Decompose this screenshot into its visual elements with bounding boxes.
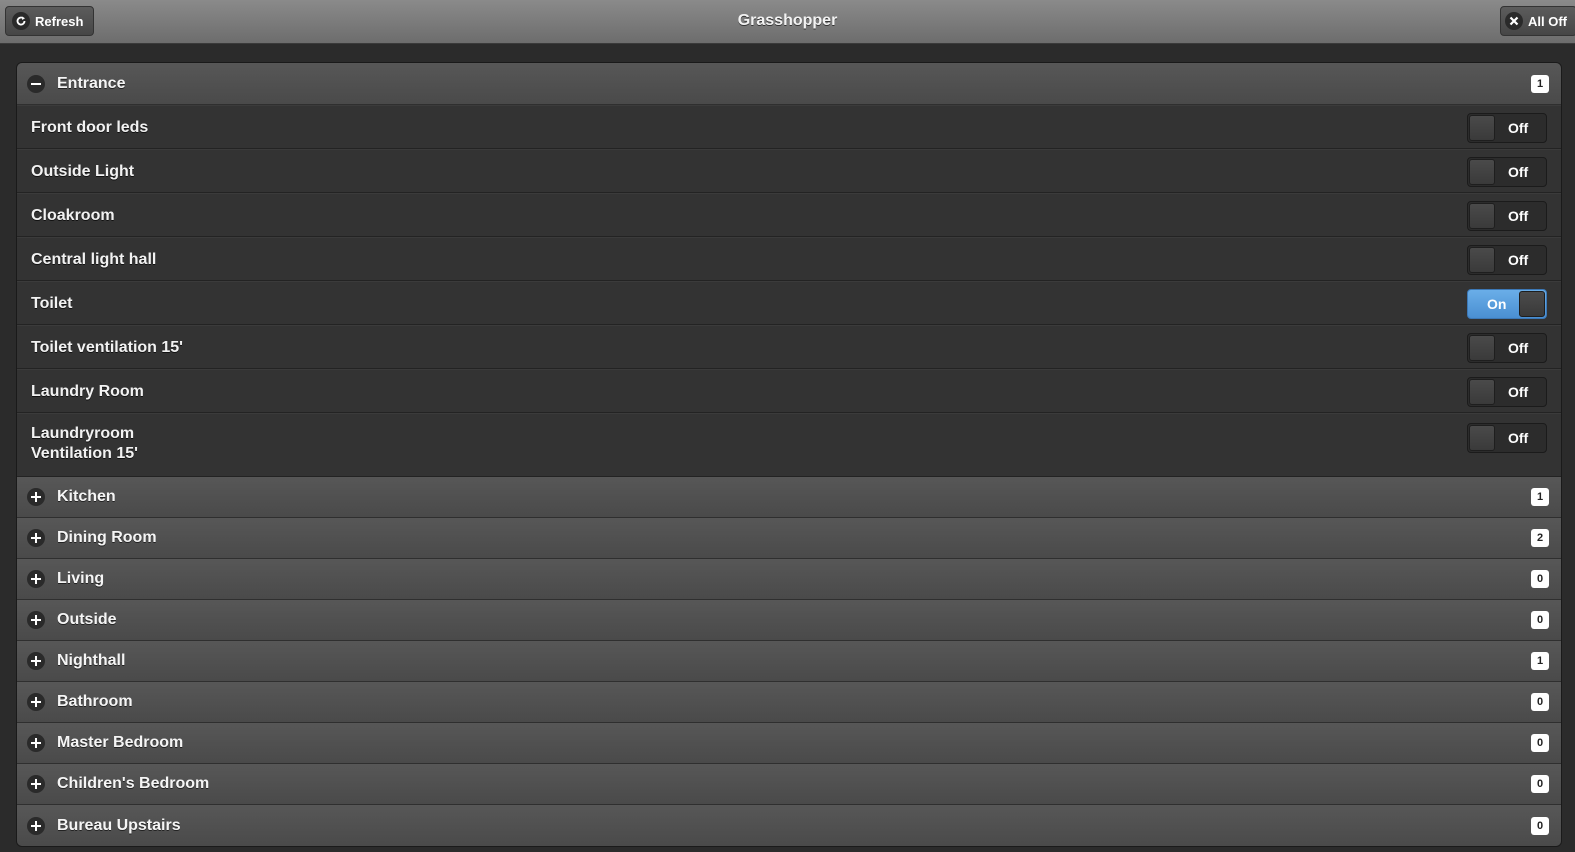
expand-icon xyxy=(27,488,45,506)
section-title: Children's Bedroom xyxy=(57,775,210,792)
item-label: Laundry Room xyxy=(31,383,144,400)
toggle-switch[interactable]: Off xyxy=(1467,333,1547,363)
list-item-outside-light: Outside Light Off xyxy=(17,149,1561,193)
expand-icon xyxy=(27,529,45,547)
toggle-label: Off xyxy=(1508,164,1529,180)
list-item-laundry-room: Laundry Room Off xyxy=(17,369,1561,413)
toggle-knob xyxy=(1469,379,1495,405)
count-badge: 0 xyxy=(1531,816,1549,835)
expand-icon xyxy=(27,611,45,629)
section-title: Nighthall xyxy=(57,652,126,669)
toggle-knob xyxy=(1469,335,1495,361)
expand-icon xyxy=(27,734,45,752)
toggle-knob xyxy=(1519,291,1545,317)
section-outside-header[interactable]: Outside 0 xyxy=(17,600,1561,641)
section-childrens-bedroom-header[interactable]: Children's Bedroom 0 xyxy=(17,764,1561,805)
section-title: Bathroom xyxy=(57,693,133,710)
section-dining-room-header[interactable]: Dining Room 2 xyxy=(17,518,1561,559)
item-label: Toilet xyxy=(31,295,73,312)
count-badge: 2 xyxy=(1531,529,1549,547)
expand-icon xyxy=(27,652,45,670)
toggle-knob xyxy=(1469,203,1495,229)
item-label: Outside Light xyxy=(31,163,135,180)
item-label: Central light hall xyxy=(31,251,157,268)
count-badge: 0 xyxy=(1531,734,1549,752)
toggle-label: Off xyxy=(1508,384,1529,400)
count-badge: 1 xyxy=(1531,652,1549,670)
toggle-label: Off xyxy=(1508,120,1529,136)
expand-icon xyxy=(27,693,45,711)
list-item-front-door-leds: Front door leds Off xyxy=(17,105,1561,149)
expand-icon xyxy=(27,570,45,588)
section-living-header[interactable]: Living 0 xyxy=(17,559,1561,600)
section-master-bedroom-header[interactable]: Master Bedroom 0 xyxy=(17,723,1561,764)
count-badge: 0 xyxy=(1531,611,1549,629)
toggle-label: Off xyxy=(1508,208,1529,224)
section-title: Entrance xyxy=(57,74,126,92)
toggle-knob xyxy=(1469,115,1495,141)
toggle-switch[interactable]: Off xyxy=(1467,423,1547,453)
toggle-label: Off xyxy=(1508,252,1529,268)
item-label-line2: Ventilation 15' xyxy=(31,445,138,462)
collapse-icon xyxy=(27,74,45,93)
item-label: Cloakroom xyxy=(31,207,115,224)
item-label: Toilet ventilation 15' xyxy=(31,339,183,356)
all-off-label: All Off xyxy=(1528,13,1567,29)
all-off-button[interactable]: All Off xyxy=(1500,6,1575,36)
toggle-knob xyxy=(1469,247,1495,273)
section-title: Outside xyxy=(57,611,117,628)
list-item-toilet-ventilation: Toilet ventilation 15' Off xyxy=(17,325,1561,369)
section-bureau-upstairs-header[interactable]: Bureau Upstairs 0 xyxy=(17,805,1561,846)
room-list: Entrance 1 Front door leds Off Outside L… xyxy=(16,62,1562,847)
toggle-label: Off xyxy=(1508,430,1529,446)
section-title: Master Bedroom xyxy=(57,734,184,751)
toggle-switch[interactable]: Off xyxy=(1467,113,1547,143)
count-badge: 1 xyxy=(1531,74,1549,93)
count-badge: 1 xyxy=(1531,488,1549,506)
list-item-central-light-hall: Central light hall Off xyxy=(17,237,1561,281)
toggle-switch[interactable]: On xyxy=(1467,289,1547,319)
expand-icon xyxy=(27,775,45,793)
section-nighthall-header[interactable]: Nighthall 1 xyxy=(17,641,1561,682)
toggle-switch[interactable]: Off xyxy=(1467,377,1547,407)
toggle-knob xyxy=(1469,425,1495,451)
toggle-label: On xyxy=(1487,296,1507,312)
page-title: Grasshopper xyxy=(737,12,838,29)
count-badge: 0 xyxy=(1531,775,1549,793)
count-badge: 0 xyxy=(1531,570,1549,588)
list-item-cloakroom: Cloakroom Off xyxy=(17,193,1561,237)
section-title: Dining Room xyxy=(57,529,157,546)
toggle-switch[interactable]: Off xyxy=(1467,245,1547,275)
close-icon xyxy=(1505,12,1523,30)
item-label-line1: Laundryroom xyxy=(31,425,135,442)
count-badge: 0 xyxy=(1531,693,1549,711)
item-label: Front door leds xyxy=(31,119,149,136)
section-entrance-header[interactable]: Entrance 1 xyxy=(17,63,1561,105)
section-bathroom-header[interactable]: Bathroom 0 xyxy=(17,682,1561,723)
section-title: Bureau Upstairs xyxy=(57,816,181,834)
section-title: Living xyxy=(57,570,105,587)
app-header: Refresh Grasshopper All Off xyxy=(0,0,1575,44)
toggle-switch[interactable]: Off xyxy=(1467,201,1547,231)
toggle-knob xyxy=(1469,159,1495,185)
section-title: Kitchen xyxy=(57,488,116,505)
list-item-laundryroom-ventilation: Laundryroom Ventilation 15' Off xyxy=(17,413,1561,477)
item-label: Laundryroom Ventilation 15' xyxy=(31,424,138,464)
list-item-toilet: Toilet On xyxy=(17,281,1561,325)
toggle-switch[interactable]: Off xyxy=(1467,157,1547,187)
expand-icon xyxy=(27,816,45,835)
section-kitchen-header[interactable]: Kitchen 1 xyxy=(17,477,1561,518)
toggle-label: Off xyxy=(1508,340,1529,356)
